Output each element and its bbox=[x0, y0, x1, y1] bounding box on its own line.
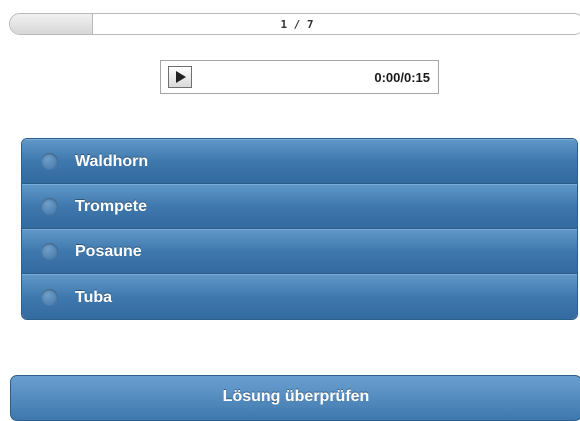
audio-player: 0:00/0:15 bbox=[160, 60, 439, 94]
play-button[interactable] bbox=[168, 66, 192, 88]
progress-text: 1 / 7 bbox=[280, 17, 314, 31]
option-label: Posaune bbox=[75, 242, 142, 260]
radio-button[interactable] bbox=[41, 153, 58, 170]
check-solution-button[interactable]: Lösung überprüfen bbox=[10, 375, 580, 421]
option-label: Trompete bbox=[75, 197, 148, 215]
option-label: Tuba bbox=[75, 288, 113, 306]
option-posaune[interactable]: Posaune bbox=[22, 229, 577, 274]
play-icon bbox=[176, 71, 186, 83]
option-trompete[interactable]: Trompete bbox=[22, 184, 577, 229]
answer-options: Waldhorn Trompete Posaune Tuba bbox=[21, 138, 578, 320]
radio-button[interactable] bbox=[41, 198, 58, 215]
option-label: Waldhorn bbox=[75, 152, 149, 170]
option-tuba[interactable]: Tuba bbox=[22, 274, 577, 319]
radio-button[interactable] bbox=[41, 289, 58, 306]
radio-button[interactable] bbox=[41, 243, 58, 260]
time-display: 0:00/0:15 bbox=[374, 69, 430, 85]
progress-bar: 1 / 7 bbox=[9, 13, 580, 35]
option-waldhorn[interactable]: Waldhorn bbox=[22, 139, 577, 184]
